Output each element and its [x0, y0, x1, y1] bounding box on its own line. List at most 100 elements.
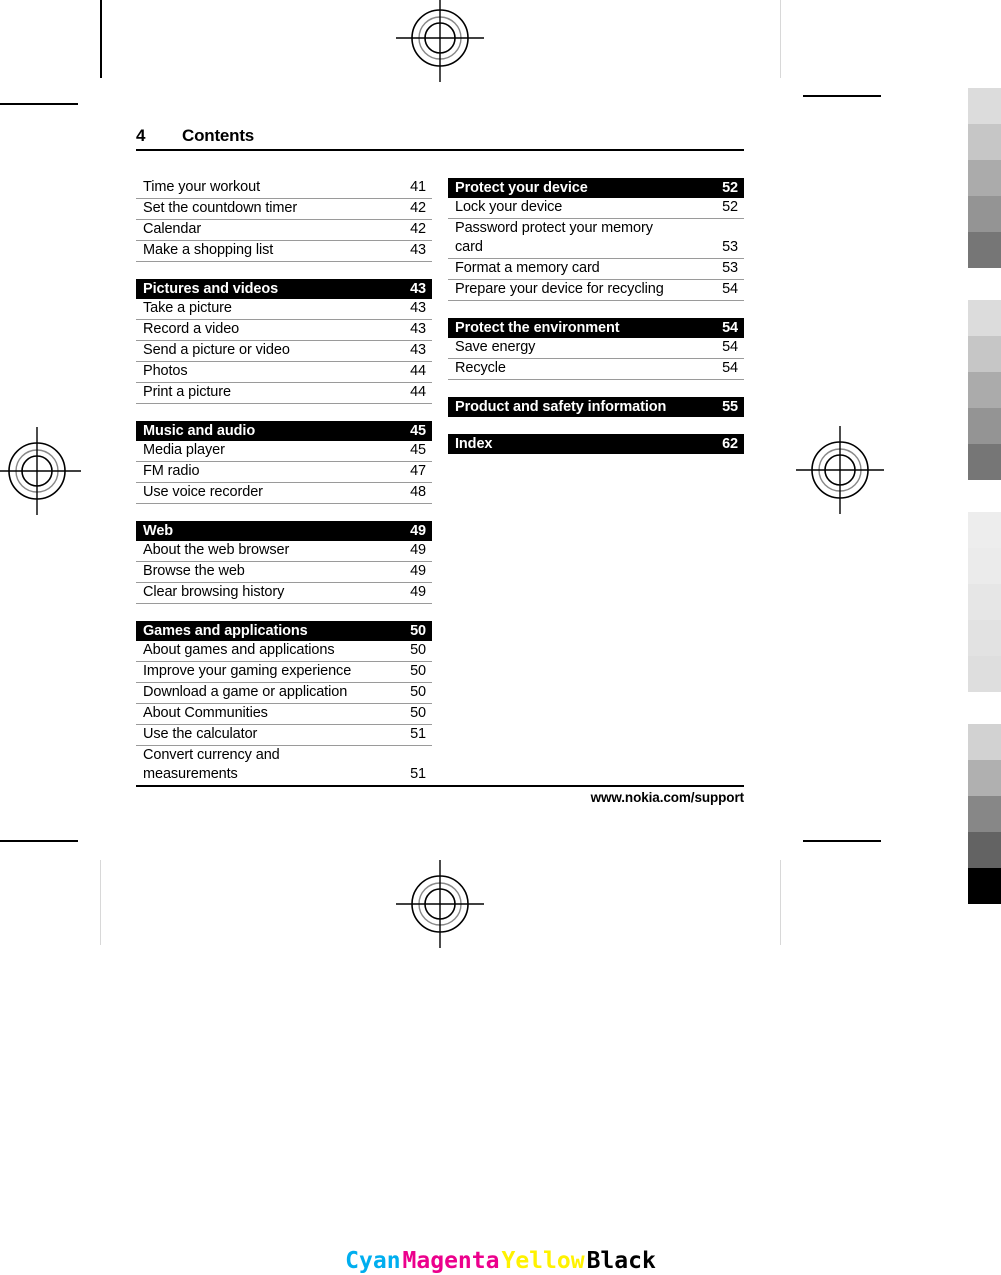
toc-entry-label: Convert currency and measurements: [143, 747, 280, 782]
toc-entry-about-communities[interactable]: About Communities 50: [136, 704, 432, 725]
toc-entry-label: Take a picture: [143, 300, 232, 316]
toc-entry-page: 45: [410, 442, 426, 458]
toc-section-page: 55: [722, 399, 738, 415]
density-swatch: [968, 372, 1001, 408]
toc-entry-password-protect-your-memory-card[interactable]: Password protect your memory card 53: [448, 219, 744, 259]
toc-entry-label: Record a video: [143, 321, 240, 337]
toc-entry-page: 50: [410, 705, 426, 721]
toc-entry-label: Time your workout: [143, 179, 261, 195]
toc-column-left: Time your workout 41 Set the countdown tim…: [136, 178, 432, 786]
toc-section-page: 52: [722, 180, 738, 196]
toc-section-label: Pictures and videos: [143, 281, 279, 297]
crop-mark-top-left-horizontal: [0, 103, 78, 105]
toc-section-header-web[interactable]: Web 49: [136, 521, 432, 541]
toc-entry-record-a-video[interactable]: Record a video 43: [136, 320, 432, 341]
toc-section-page: 43: [410, 281, 426, 297]
toc-section-label: Product and safety information: [455, 399, 667, 415]
toc-entry-about-the-web-browser[interactable]: About the web browser 49: [136, 541, 432, 562]
toc-section-label: Protect the environment: [455, 320, 620, 336]
toc-columns: Time your workout 41 Set the countdown tim…: [136, 178, 744, 786]
toc-group: Time your workout 41 Set the countdown tim…: [136, 178, 432, 262]
toc-entry-page: 47: [410, 463, 426, 479]
toc-entry-calendar[interactable]: Calendar 42: [136, 220, 432, 241]
density-swatch: [968, 88, 1001, 124]
density-swatch: [968, 336, 1001, 372]
toc-entry-page: 53: [722, 260, 738, 276]
toc-entry-page: 49: [410, 542, 426, 558]
color-bar-label-yellow: Yellow: [501, 1248, 585, 1274]
toc-entry-improve-your-gaming-experience[interactable]: Improve your gaming experience 50: [136, 662, 432, 683]
toc-entry-label: About the web browser: [143, 542, 290, 558]
toc-entry-label: Send a picture or video: [143, 342, 290, 358]
density-swatch: [968, 196, 1001, 232]
density-swatch: [968, 160, 1001, 196]
toc-entry-photos[interactable]: Photos 44: [136, 362, 432, 383]
density-swatch: [968, 232, 1001, 268]
toc-entry-media-player[interactable]: Media player 45: [136, 441, 432, 462]
toc-entry-page: 44: [410, 363, 426, 379]
toc-entry-lock-your-device[interactable]: Lock your device 52: [448, 198, 744, 219]
toc-entry-use-voice-recorder[interactable]: Use voice recorder 48: [136, 483, 432, 504]
toc-section-label: Games and applications: [143, 623, 308, 639]
toc-entry-download-a-game-or-application[interactable]: Download a game or application 50: [136, 683, 432, 704]
toc-entry-convert-currency-and-measurements[interactable]: Convert currency and measurements 51: [136, 746, 432, 786]
toc-section-page: 54: [722, 320, 738, 336]
toc-entry-page: 50: [410, 642, 426, 658]
toc-entry-label: FM radio: [143, 463, 200, 479]
density-strip-group-2: [968, 300, 1001, 480]
toc-entry-page: 49: [410, 563, 426, 579]
toc-section-header-music-and-audio[interactable]: Music and audio 45: [136, 421, 432, 441]
toc-entry-label: Lock your device: [455, 199, 563, 215]
density-swatch: [968, 724, 1001, 760]
toc-entry-print-a-picture[interactable]: Print a picture 44: [136, 383, 432, 404]
color-bar-caption: CyanMagentaYellowBlack: [0, 1248, 1001, 1274]
toc-entry-clear-browsing-history[interactable]: Clear browsing history 49: [136, 583, 432, 604]
toc-section-header-protect-your-device[interactable]: Protect your device 52: [448, 178, 744, 198]
toc-section-header-pictures-and-videos[interactable]: Pictures and videos 43: [136, 279, 432, 299]
toc-entry-label: Browse the web: [143, 563, 245, 579]
toc-entry-send-a-picture-or-video[interactable]: Send a picture or video 43: [136, 341, 432, 362]
toc-group: Protect the environment 54 Save energy 54 Re…: [448, 318, 744, 380]
toc-entry-label: Save energy: [455, 339, 536, 355]
page-number: 4: [136, 126, 146, 145]
toc-entry-page: 44: [410, 384, 426, 400]
toc-entry-use-the-calculator[interactable]: Use the calculator 51: [136, 725, 432, 746]
toc-entry-fm-radio[interactable]: FM radio 47: [136, 462, 432, 483]
toc-section-header-games-and-applications[interactable]: Games and applications 50: [136, 621, 432, 641]
density-strip-group-3: [968, 512, 1001, 692]
density-swatch: [968, 832, 1001, 868]
toc-entry-format-a-memory-card[interactable]: Format a memory card 53: [448, 259, 744, 280]
toc-entry-label: Improve your gaming experience: [143, 663, 352, 679]
toc-entry-about-games-and-applications[interactable]: About games and applications 50: [136, 641, 432, 662]
toc-section-label: Music and audio: [143, 423, 256, 439]
toc-entry-set-the-countdown-timer[interactable]: Set the countdown timer 42: [136, 199, 432, 220]
toc-entry-save-energy[interactable]: Save energy 54: [448, 338, 744, 359]
toc-entry-time-your-workout[interactable]: Time your workout 41: [136, 178, 432, 199]
toc-entry-browse-the-web[interactable]: Browse the web 49: [136, 562, 432, 583]
page-content: 4 Contents Time your workout 41 Set the co…: [136, 126, 744, 786]
density-strip-group-1: [968, 88, 1001, 268]
toc-section-label: Protect your device: [455, 180, 588, 196]
toc-section-header-protect-the-environment[interactable]: Protect the environment 54: [448, 318, 744, 338]
toc-entry-recycle[interactable]: Recycle 54: [448, 359, 744, 380]
toc-section-header-index[interactable]: Index 62: [448, 434, 744, 454]
toc-entry-label: Calendar: [143, 221, 202, 237]
registration-mark-left-middle: [0, 425, 83, 517]
toc-entry-page: 43: [410, 242, 426, 258]
toc-entry-make-a-shopping-list[interactable]: Make a shopping list 43: [136, 241, 432, 262]
toc-group: Protect your device 52 Lock your device 52 P…: [448, 178, 744, 301]
density-swatch: [968, 584, 1001, 620]
toc-section-header-product-and-safety-information[interactable]: Product and safety information 55: [448, 397, 744, 417]
density-swatch: [968, 760, 1001, 796]
toc-entry-page: 53: [722, 239, 738, 255]
density-swatch: [968, 868, 1001, 904]
toc-group: Pictures and videos 43 Take a picture 43 Rec…: [136, 279, 432, 404]
toc-entry-take-a-picture[interactable]: Take a picture 43: [136, 299, 432, 320]
toc-entry-page: 52: [722, 199, 738, 215]
toc-entry-label: Make a shopping list: [143, 242, 274, 258]
color-bar-label-magenta: Magenta: [402, 1248, 500, 1274]
toc-entry-prepare-your-device-for-recycling[interactable]: Prepare your device for recycling 54: [448, 280, 744, 301]
toc-section-page: 62: [722, 436, 738, 452]
toc-entry-label: Print a picture: [143, 384, 231, 400]
crop-mark-bottom-left-horizontal: [0, 840, 78, 842]
